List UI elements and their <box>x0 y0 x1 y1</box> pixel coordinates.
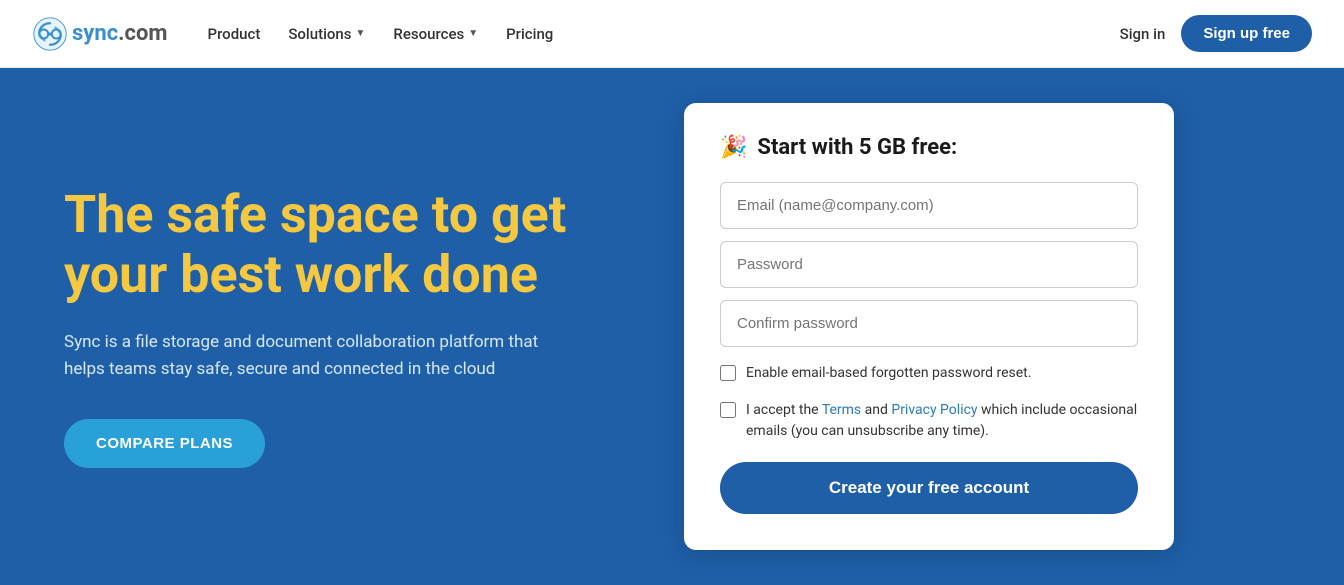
signup-form: Enable email-based forgotten password re… <box>720 182 1138 514</box>
logo-text: sync.com <box>72 21 168 46</box>
email-input[interactable] <box>720 182 1138 229</box>
nav-product[interactable]: Product <box>208 25 261 43</box>
terms-label: I accept the Terms and Privacy Policy wh… <box>746 400 1138 442</box>
sign-in-link[interactable]: Sign in <box>1120 25 1166 43</box>
create-account-button[interactable]: Create your free account <box>720 462 1138 514</box>
confirm-password-input[interactable] <box>720 300 1138 347</box>
party-emoji: 🎉 <box>720 135 747 160</box>
hero-section: The safe space to get your best work don… <box>0 68 1344 585</box>
logo[interactable]: sync.com <box>32 16 168 52</box>
terms-link[interactable]: Terms <box>822 402 861 418</box>
nav-links: Product Solutions ▼ Resources ▼ Pricing <box>208 25 1120 43</box>
hero-subtitle: Sync is a file storage and document coll… <box>64 329 544 383</box>
password-input[interactable] <box>720 241 1138 288</box>
compare-plans-button[interactable]: COMPARE PLANS <box>64 419 265 468</box>
nav-solutions[interactable]: Solutions ▼ <box>288 25 365 43</box>
resources-chevron-icon: ▼ <box>468 28 478 39</box>
navbar: sync.com Product Solutions ▼ Resources ▼… <box>0 0 1344 68</box>
signup-card: 🎉 Start with 5 GB free: Enable email-bas… <box>684 103 1174 550</box>
terms-checkbox[interactable] <box>720 402 736 418</box>
hero-title: The safe space to get your best work don… <box>64 185 624 305</box>
email-reset-label: Enable email-based forgotten password re… <box>746 363 1031 384</box>
hero-left: The safe space to get your best work don… <box>64 185 624 468</box>
solutions-chevron-icon: ▼ <box>356 28 366 39</box>
nav-resources[interactable]: Resources ▼ <box>393 25 478 43</box>
checkbox-row-1: Enable email-based forgotten password re… <box>720 363 1138 384</box>
sign-up-button[interactable]: Sign up free <box>1181 15 1312 52</box>
privacy-policy-link[interactable]: Privacy Policy <box>891 402 977 418</box>
nav-right: Sign in Sign up free <box>1120 15 1312 52</box>
hero-right: 🎉 Start with 5 GB free: Enable email-bas… <box>684 103 1174 550</box>
checkbox-row-2: I accept the Terms and Privacy Policy wh… <box>720 400 1138 442</box>
logo-icon <box>32 16 68 52</box>
email-reset-checkbox[interactable] <box>720 365 736 381</box>
nav-pricing[interactable]: Pricing <box>506 25 553 43</box>
card-title: 🎉 Start with 5 GB free: <box>720 135 1138 160</box>
